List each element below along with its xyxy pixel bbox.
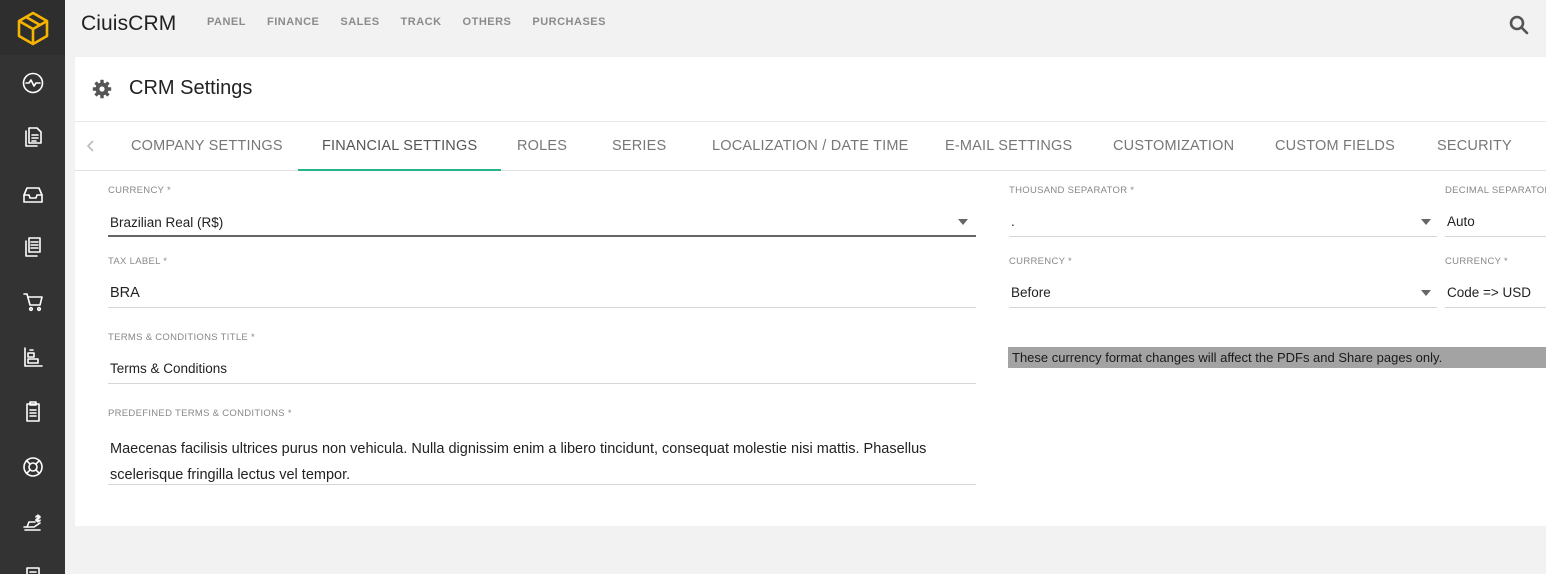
currency-position-value: Before	[1011, 285, 1051, 300]
expenses-icon[interactable]	[0, 502, 65, 542]
currency-position-label: CURRENCY *	[1009, 256, 1073, 267]
chevron-down-icon[interactable]	[1421, 219, 1431, 225]
terms-title-field[interactable]: TERMS & CONDITIONS TITLE * Terms & Condi…	[108, 332, 976, 384]
cart-icon[interactable]	[0, 282, 65, 322]
chevron-down-icon[interactable]	[958, 219, 968, 225]
dashboard-pulse-icon[interactable]	[0, 63, 65, 103]
predefined-terms-line-1: Maecenas facilisis ultrices purus non ve…	[110, 441, 927, 457]
page-title: CRM Settings	[129, 77, 253, 99]
field-underline	[1009, 307, 1437, 308]
top-navigation: PANEL FINANCE SALES TRACK OTHERS PURCHAS…	[207, 16, 627, 28]
settings-tabs: COMPANY SETTINGS FINANCIAL SETTINGS ROLE…	[75, 121, 1546, 171]
documents-icon[interactable]	[0, 117, 65, 157]
field-underline	[108, 484, 976, 485]
decimal-separator-label: DECIMAL SEPARATOR	[1445, 185, 1546, 196]
currency-value: Brazilian Real (R$)	[110, 215, 224, 230]
app-logo-icon[interactable]	[0, 0, 65, 55]
tax-label-value: BRA	[110, 285, 140, 301]
decimal-separator-select[interactable]: DECIMAL SEPARATOR Auto	[1445, 185, 1546, 237]
sidebar	[0, 0, 65, 574]
field-underline	[108, 383, 976, 384]
field-underline	[108, 307, 976, 308]
nav-panel[interactable]: PANEL	[207, 16, 246, 28]
terms-title-value: Terms & Conditions	[110, 361, 228, 376]
predefined-terms-label: PREDEFINED TERMS & CONDITIONS *	[108, 408, 292, 419]
support-lifebuoy-icon[interactable]	[0, 447, 65, 487]
nav-sales[interactable]: SALES	[340, 16, 379, 28]
chevron-down-icon[interactable]	[1421, 290, 1431, 296]
reports-icon[interactable]	[0, 337, 65, 377]
clipboard-icon[interactable]	[0, 392, 65, 432]
predefined-terms-value: Maecenas facilisis ultrices purus non ve…	[110, 436, 926, 488]
nav-finance[interactable]: FINANCE	[267, 16, 319, 28]
currency-label: CURRENCY *	[108, 185, 172, 196]
field-underline	[1009, 236, 1437, 237]
currency-format-notice: These currency format changes will affec…	[1008, 347, 1546, 368]
nav-track[interactable]: TRACK	[401, 16, 442, 28]
app-title[interactable]: CiuisCRM	[81, 12, 176, 36]
inbox-icon[interactable]	[0, 175, 65, 215]
thousand-separator-select[interactable]: THOUSAND SEPARATOR * .	[1009, 185, 1437, 237]
tab-custom-fields[interactable]: CUSTOM FIELDS	[1251, 122, 1419, 171]
tab-series[interactable]: SERIES	[588, 122, 690, 171]
nav-others[interactable]: OTHERS	[463, 16, 512, 28]
topbar: CiuisCRM PANEL FINANCE SALES TRACK OTHER…	[65, 0, 1546, 50]
tab-email-settings[interactable]: E-MAIL SETTINGS	[921, 122, 1096, 171]
tax-label-label: TAX LABEL *	[108, 256, 168, 267]
tab-roles[interactable]: ROLES	[493, 122, 591, 171]
book-icon[interactable]	[0, 556, 65, 574]
currency-position-select[interactable]: CURRENCY * Before	[1009, 256, 1437, 308]
settings-card: CRM Settings COMPANY SETTINGS FINANCIAL …	[75, 57, 1546, 526]
decimal-separator-value: Auto	[1447, 214, 1475, 229]
currency-display-select[interactable]: CURRENCY * Code => USD	[1445, 256, 1546, 308]
files-stack-icon[interactable]	[0, 227, 65, 267]
tab-security[interactable]: SECURITY	[1413, 122, 1536, 171]
chevron-left-icon[interactable]	[84, 137, 98, 155]
field-underline	[1445, 307, 1546, 308]
tax-label-field[interactable]: TAX LABEL * BRA	[108, 256, 976, 308]
predefined-terms-textarea[interactable]: PREDEFINED TERMS & CONDITIONS * Maecenas…	[108, 408, 976, 486]
nav-purchases[interactable]: PURCHASES	[532, 16, 606, 28]
tab-company-settings[interactable]: COMPANY SETTINGS	[107, 122, 307, 171]
currency-select[interactable]: CURRENCY * Brazilian Real (R$)	[108, 185, 976, 237]
field-underline	[1445, 236, 1546, 237]
currency-display-label: CURRENCY *	[1445, 256, 1509, 267]
terms-title-label: TERMS & CONDITIONS TITLE *	[108, 332, 255, 343]
field-underline	[108, 235, 976, 237]
tab-localization-date-time[interactable]: LOCALIZATION / DATE TIME	[688, 122, 933, 171]
currency-display-value: Code => USD	[1447, 285, 1532, 300]
search-icon[interactable]	[1508, 14, 1530, 36]
tab-customization[interactable]: CUSTOMIZATION	[1089, 122, 1258, 171]
tab-financial-settings[interactable]: FINANCIAL SETTINGS	[298, 122, 502, 171]
gear-icon	[92, 79, 112, 99]
thousand-separator-label: THOUSAND SEPARATOR *	[1009, 185, 1135, 196]
thousand-separator-value: .	[1011, 214, 1015, 229]
card-header: CRM Settings	[75, 57, 1546, 121]
